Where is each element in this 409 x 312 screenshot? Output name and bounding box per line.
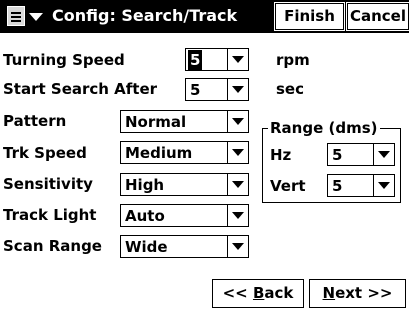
hz-select[interactable]: 5 bbox=[327, 143, 395, 166]
chevron-down-icon bbox=[232, 243, 244, 250]
trk-speed-value: Medium bbox=[125, 144, 193, 162]
next-accel: N bbox=[322, 284, 336, 302]
range-group-title: Range (dms) bbox=[268, 119, 380, 137]
chevron-down-icon bbox=[232, 118, 244, 125]
track-light-select[interactable]: Auto bbox=[120, 204, 249, 227]
scan-range-select[interactable]: Wide bbox=[120, 235, 249, 258]
trk-speed-dropdown-button[interactable] bbox=[227, 142, 248, 163]
title-bar: Config: Search/Track Finish Cancel bbox=[0, 0, 409, 33]
chevron-down-icon bbox=[232, 86, 244, 93]
chevron-down-icon bbox=[232, 181, 244, 188]
back-accel: B bbox=[252, 284, 265, 302]
start-search-after-select[interactable]: 5 bbox=[185, 78, 249, 101]
vert-select[interactable]: 5 bbox=[327, 174, 395, 197]
track-light-dropdown-button[interactable] bbox=[227, 205, 248, 226]
sensitivity-select[interactable]: High bbox=[120, 173, 249, 196]
vert-dropdown-button[interactable] bbox=[373, 175, 394, 196]
chevron-down-icon bbox=[232, 56, 244, 63]
hz-dropdown-button[interactable] bbox=[373, 144, 394, 165]
chevron-down-icon bbox=[232, 149, 244, 156]
chevron-down-icon bbox=[232, 212, 244, 219]
sensitivity-value: High bbox=[125, 176, 165, 194]
start-search-after-unit: sec bbox=[276, 80, 304, 98]
chevron-down-icon bbox=[29, 13, 43, 21]
turning-speed-label: Turning Speed bbox=[3, 51, 125, 69]
next-button[interactable]: Next >> bbox=[309, 279, 406, 308]
turning-speed-select[interactable]: 5 bbox=[185, 48, 249, 71]
back-rest: ack bbox=[264, 284, 294, 302]
vert-label: Vert bbox=[270, 177, 306, 195]
turning-speed-dropdown-button[interactable] bbox=[227, 49, 248, 70]
pattern-value: Normal bbox=[125, 113, 187, 131]
trk-speed-select[interactable]: Medium bbox=[120, 141, 249, 164]
trk-speed-label: Trk Speed bbox=[3, 144, 87, 162]
scan-range-dropdown-button[interactable] bbox=[227, 236, 248, 257]
scan-range-label: Scan Range bbox=[3, 237, 102, 255]
next-rest: ext >> bbox=[335, 284, 393, 302]
start-search-after-value: 5 bbox=[190, 81, 201, 99]
finish-button[interactable]: Finish bbox=[274, 2, 345, 31]
vert-value: 5 bbox=[332, 177, 343, 195]
back-prefix: << bbox=[222, 284, 253, 302]
scan-range-value: Wide bbox=[125, 238, 168, 256]
turning-speed-unit: rpm bbox=[276, 51, 310, 69]
menu-icon bbox=[7, 6, 25, 26]
pattern-dropdown-button[interactable] bbox=[227, 111, 248, 132]
pattern-label: Pattern bbox=[3, 112, 67, 130]
turning-speed-value: 5 bbox=[188, 50, 203, 70]
start-search-after-dropdown-button[interactable] bbox=[227, 79, 248, 100]
chevron-down-icon bbox=[378, 182, 390, 189]
cancel-button[interactable]: Cancel bbox=[346, 2, 409, 31]
chevron-down-icon bbox=[378, 151, 390, 158]
hz-value: 5 bbox=[332, 146, 343, 164]
sensitivity-dropdown-button[interactable] bbox=[227, 174, 248, 195]
back-button[interactable]: << Back bbox=[212, 279, 304, 308]
start-menu-button[interactable] bbox=[3, 3, 50, 31]
pattern-select[interactable]: Normal bbox=[120, 110, 249, 133]
sensitivity-label: Sensitivity bbox=[3, 175, 93, 193]
page-title: Config: Search/Track bbox=[52, 6, 238, 25]
track-light-value: Auto bbox=[125, 207, 165, 225]
track-light-label: Track Light bbox=[3, 206, 97, 224]
start-search-after-label: Start Search After bbox=[3, 80, 158, 98]
hz-label: Hz bbox=[270, 146, 292, 164]
